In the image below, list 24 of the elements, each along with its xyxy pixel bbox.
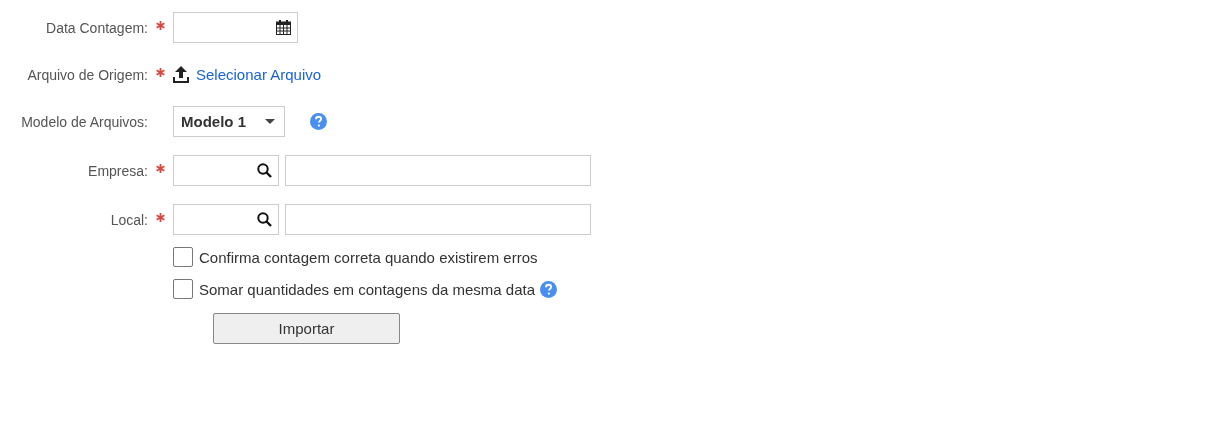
select-file-link[interactable]: Selecionar Arquivo <box>196 66 322 83</box>
checkbox[interactable] <box>173 279 193 299</box>
field-label: Data Contagem: <box>45 19 148 36</box>
code-field[interactable] <box>173 204 279 235</box>
search-icon[interactable] <box>257 212 272 227</box>
model-dropdown[interactable]: Modelo 1 <box>173 106 285 137</box>
caret-icon <box>265 119 275 124</box>
upload-icon[interactable] <box>173 66 189 83</box>
checkbox-label[interactable]: Somar quantidades em contagens da mesma data <box>199 280 536 298</box>
field-label: Empresa: <box>87 162 148 179</box>
field-label: Modelo de Arquivos: <box>20 113 148 130</box>
field-label: Local: <box>109 211 148 228</box>
help-icon[interactable] <box>310 113 327 130</box>
code-field[interactable] <box>173 155 279 186</box>
description-field[interactable] <box>285 155 591 186</box>
help-icon[interactable] <box>540 280 558 298</box>
field-label: Arquivo de Origem: <box>26 66 148 83</box>
checkbox[interactable] <box>173 247 193 267</box>
search-icon[interactable] <box>257 163 272 178</box>
date-field[interactable] <box>173 12 298 43</box>
description-field[interactable] <box>285 204 591 235</box>
checkbox-label[interactable]: Confirma contagem correta quando existirem erros <box>199 248 538 266</box>
calendar-icon[interactable] <box>276 20 291 35</box>
import-button[interactable]: Importar <box>213 313 400 344</box>
